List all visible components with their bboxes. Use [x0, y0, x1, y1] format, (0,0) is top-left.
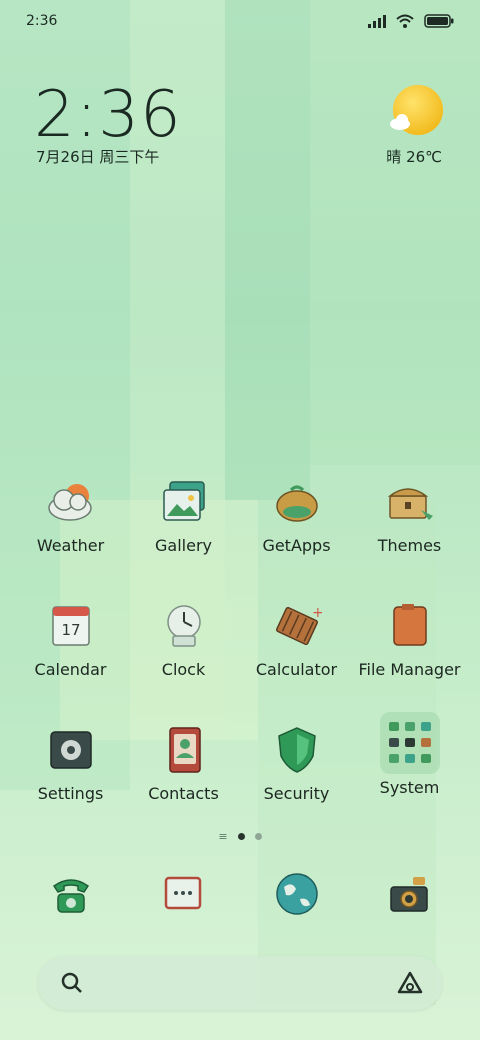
calendar-icon: 17: [43, 598, 99, 654]
page-dot-active[interactable]: [237, 833, 245, 840]
camera-icon[interactable]: [381, 866, 437, 922]
svg-text:+: +: [312, 605, 322, 621]
status-bar: 2:36: [0, 0, 480, 42]
app-label: GetApps: [262, 536, 331, 555]
messages-icon[interactable]: [155, 866, 211, 922]
calculator-icon: +: [269, 598, 325, 654]
app-label: Clock: [161, 660, 206, 679]
app-system-folder[interactable]: System: [353, 712, 466, 797]
system-folder-icon: [379, 712, 440, 774]
app-getapps[interactable]: GetApps: [240, 474, 353, 555]
themes-icon: [382, 474, 438, 530]
page-dot[interactable]: [254, 833, 262, 840]
app-label: Calculator: [255, 660, 338, 679]
search-bar[interactable]: [38, 956, 442, 1010]
clock-widget-date: 7月26日 周三下午: [36, 148, 160, 166]
app-label: Gallery: [155, 536, 212, 555]
clock-icon: [156, 598, 212, 654]
settings-icon: [43, 722, 99, 778]
app-gallery[interactable]: Gallery: [127, 474, 240, 555]
app-weather[interactable]: Weather: [14, 474, 127, 555]
app-contacts[interactable]: Contacts: [127, 722, 240, 803]
app-settings[interactable]: Settings: [14, 722, 127, 803]
weather-icon: [43, 474, 99, 530]
security-icon: [269, 722, 325, 778]
weather-widget-text: 晴 26℃: [386, 148, 442, 166]
assistant-icon[interactable]: [396, 970, 424, 1000]
wifi-icon: [396, 13, 414, 32]
app-label: Calendar: [34, 660, 107, 679]
app-label: System: [379, 778, 440, 797]
page-menu-icon[interactable]: ≡: [218, 830, 227, 843]
sun-cloud-icon: [390, 85, 443, 135]
wallpaper-block: [310, 0, 480, 465]
app-label: Contacts: [148, 784, 219, 803]
browser-icon[interactable]: [269, 866, 325, 922]
app-calculator[interactable]: + Calculator: [240, 598, 353, 679]
battery-icon: [424, 13, 454, 32]
gallery-icon: [156, 474, 212, 530]
status-time: 2:36: [26, 13, 58, 29]
app-label: Weather: [36, 536, 105, 555]
page-indicator[interactable]: ≡: [0, 830, 480, 843]
contacts-icon: [156, 722, 212, 778]
app-label: Security: [263, 784, 330, 803]
app-label: File Manager: [358, 660, 461, 679]
calendar-day-text: 17: [61, 621, 80, 639]
wallpaper-block: [225, 0, 310, 500]
app-calendar[interactable]: 17 Calendar: [14, 598, 127, 679]
clock-widget-time[interactable]: 2:36: [34, 78, 182, 152]
app-label: Themes: [377, 536, 442, 555]
app-label: Settings: [37, 784, 104, 803]
file-manager-icon: [382, 598, 438, 654]
search-icon: [60, 971, 84, 999]
phone-icon[interactable]: [43, 866, 99, 922]
app-themes[interactable]: Themes: [353, 474, 466, 555]
app-file-manager[interactable]: File Manager: [353, 598, 466, 679]
home-screen: { "status_bar": { "time": "2:36" }, "clo…: [0, 0, 480, 1040]
app-security[interactable]: Security: [240, 722, 353, 803]
getapps-icon: [269, 474, 325, 530]
app-clock[interactable]: Clock: [127, 598, 240, 679]
signal-icon: [368, 13, 386, 32]
